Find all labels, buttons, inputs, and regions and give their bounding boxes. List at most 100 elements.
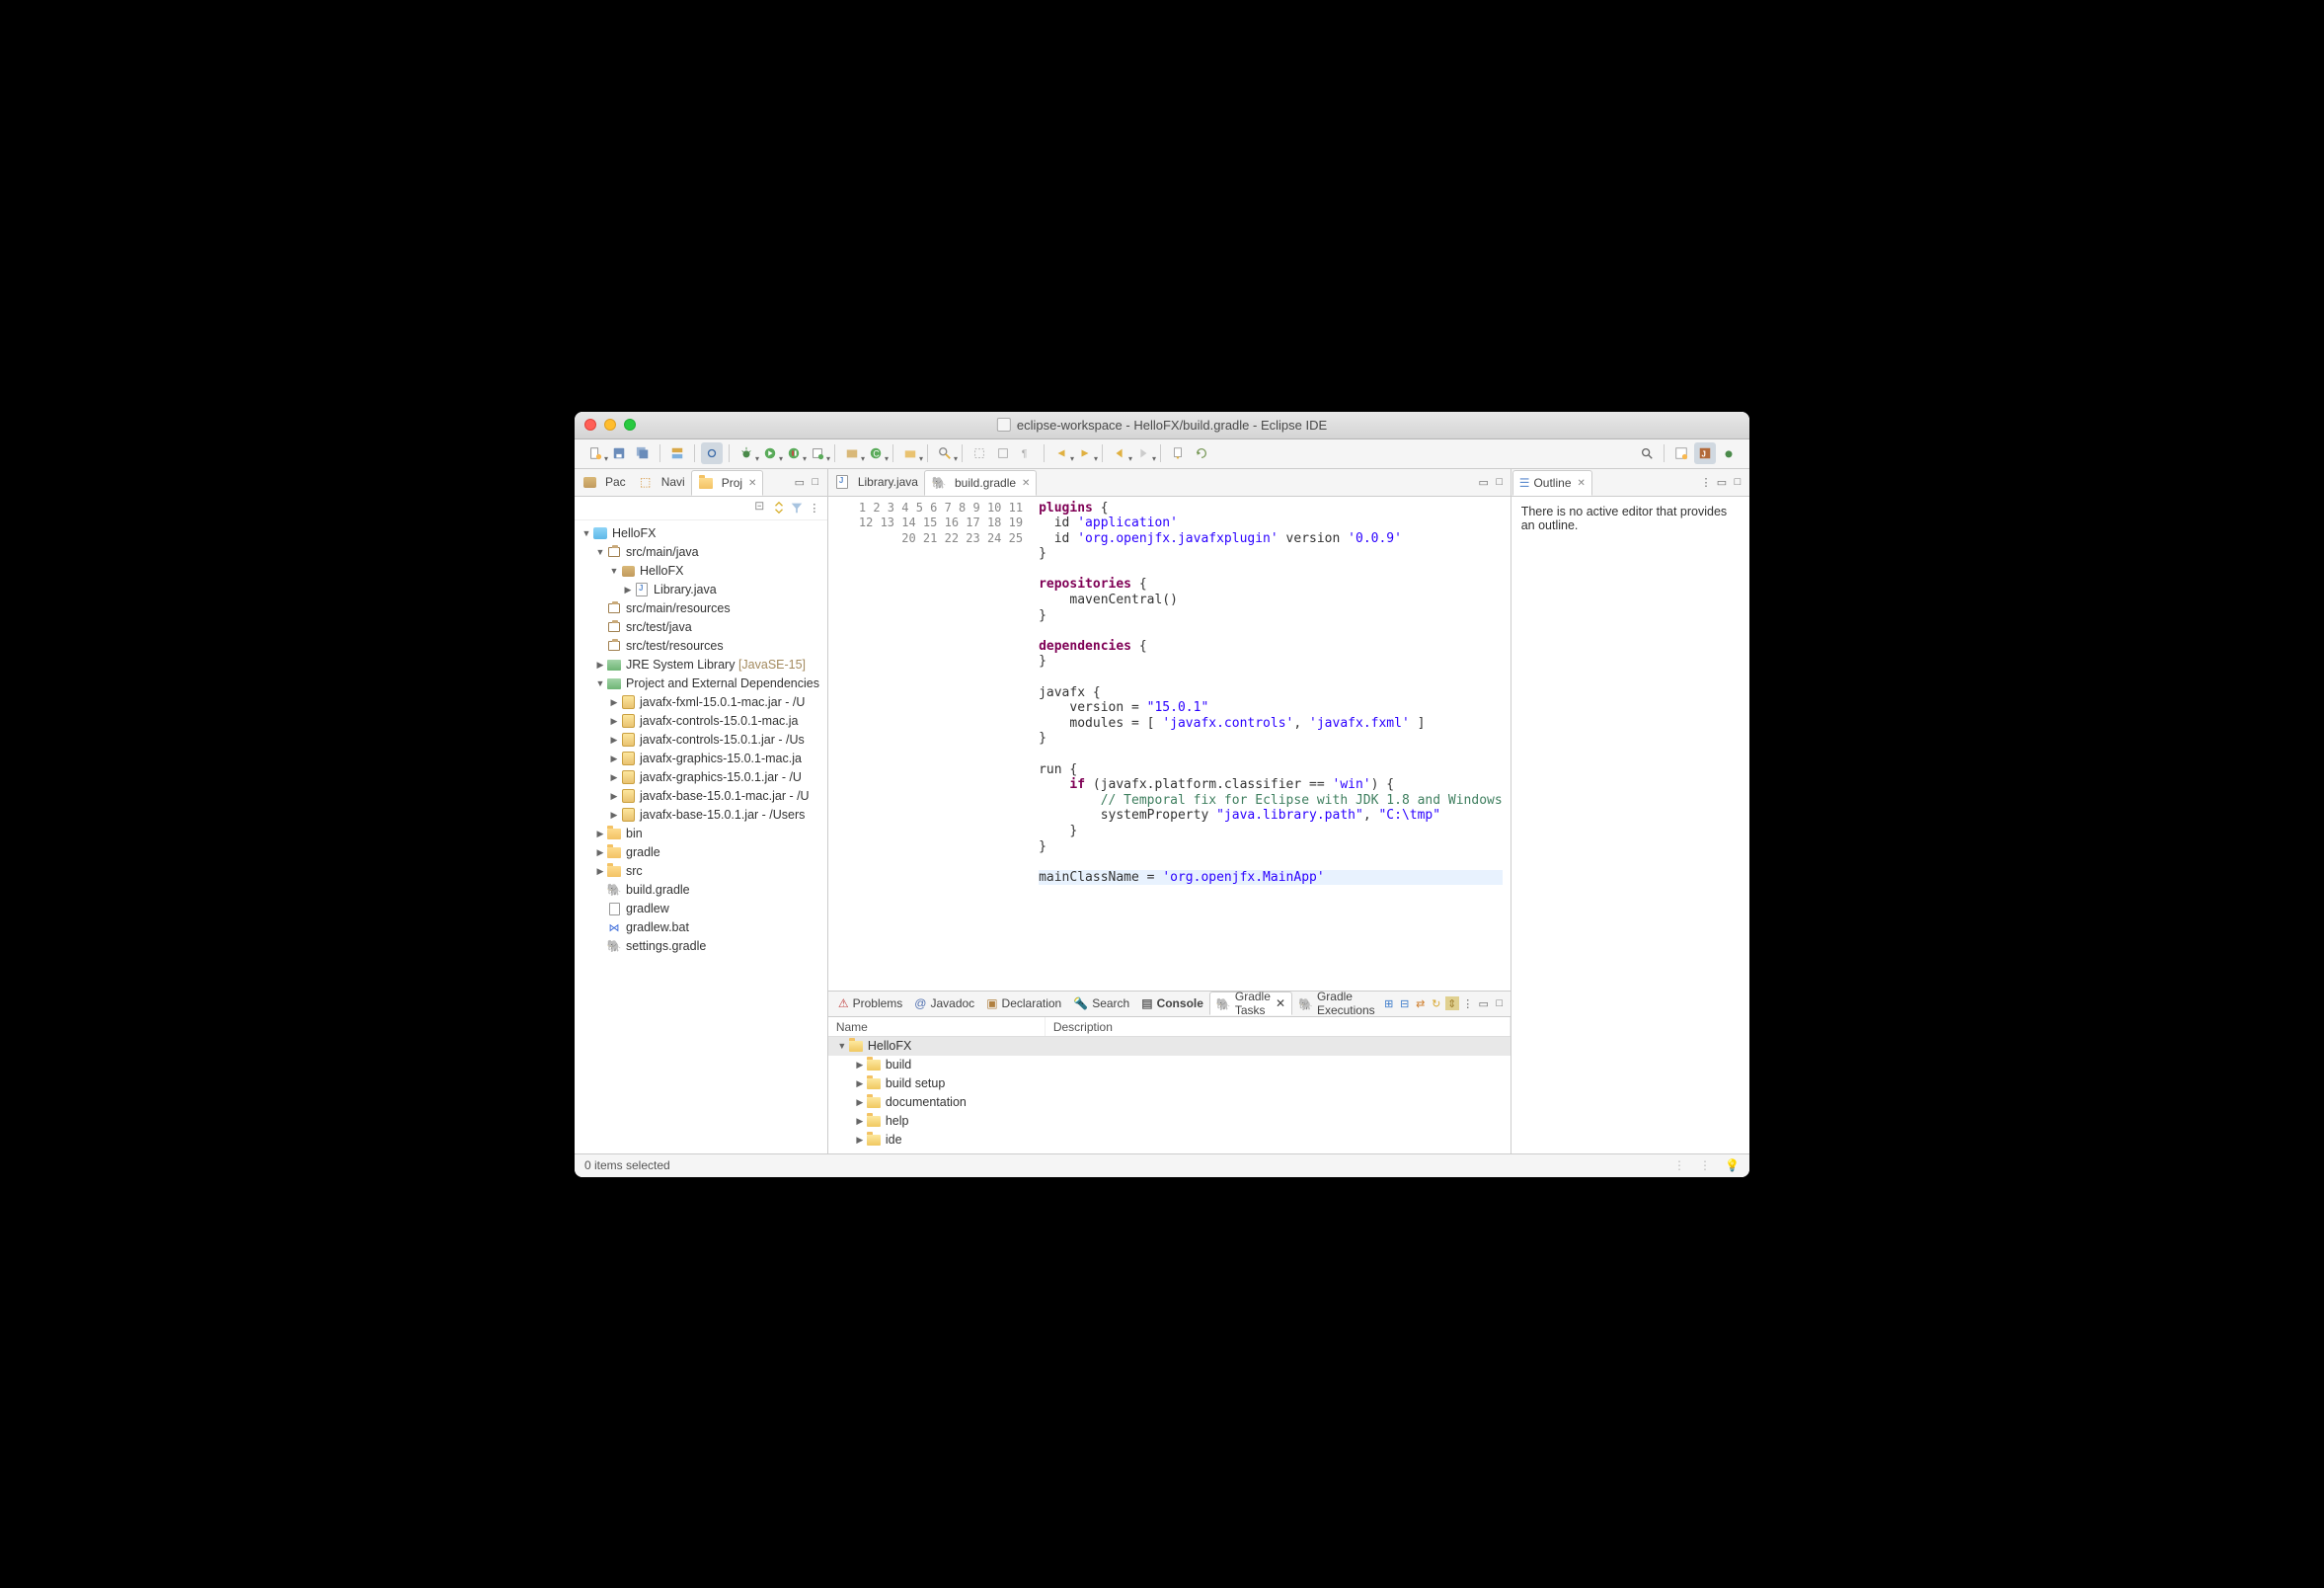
tree-jar-item[interactable]: ▶javafx-base-15.0.1-mac.jar - /U: [575, 787, 827, 806]
tree-item[interactable]: 🐘build.gradle: [575, 881, 827, 900]
prev-annotation-button[interactable]: [1050, 442, 1072, 464]
toggle-block-button[interactable]: [992, 442, 1014, 464]
task-group[interactable]: ▶build setup: [828, 1074, 1511, 1093]
tree-jar-item[interactable]: ▶javafx-controls-15.0.1-mac.ja: [575, 712, 827, 731]
tree-jar-item[interactable]: ▶javafx-fxml-15.0.1-mac.jar - /U: [575, 693, 827, 712]
open-perspective-button[interactable]: [1670, 442, 1692, 464]
tree-item[interactable]: ▼HelloFX: [575, 562, 827, 581]
maximize-view-icon[interactable]: □: [809, 475, 822, 489]
tree-jar-item[interactable]: ▶javafx-graphics-15.0.1.jar - /U: [575, 768, 827, 787]
link-editor-icon[interactable]: [772, 501, 786, 515]
toggle-breadcrumb-button[interactable]: [666, 442, 688, 464]
tab-problems[interactable]: ⚠Problems: [832, 992, 908, 1015]
maximize-editor-icon[interactable]: □: [1493, 475, 1507, 489]
close-window-button[interactable]: [584, 419, 596, 431]
tree-jar-item[interactable]: ▶javafx-base-15.0.1.jar - /Users: [575, 806, 827, 825]
forward-nav-button[interactable]: [1132, 442, 1154, 464]
tree-item[interactable]: src/main/resources: [575, 599, 827, 618]
search-button[interactable]: [934, 442, 956, 464]
task-project-root[interactable]: ▼HelloFX: [828, 1037, 1511, 1056]
close-icon[interactable]: ✕: [748, 478, 756, 489]
save-all-button[interactable]: [632, 442, 654, 464]
show-all-tasks-icon[interactable]: ⇄: [1414, 996, 1428, 1010]
tab-javadoc[interactable]: @Javadoc: [908, 992, 980, 1015]
editor-tab-library[interactable]: Library.java: [828, 469, 924, 495]
editor-tab-build-gradle[interactable]: 🐘build.gradle✕: [924, 470, 1037, 496]
pin-editor-button[interactable]: [1167, 442, 1189, 464]
refresh-tasks-icon[interactable]: ↻: [1430, 996, 1443, 1010]
col-description[interactable]: Description: [1046, 1017, 1511, 1036]
tree-item[interactable]: 🐘settings.gradle: [575, 937, 827, 956]
new-button[interactable]: [584, 442, 606, 464]
tip-icon[interactable]: 💡: [1725, 1158, 1740, 1172]
new-java-package-button[interactable]: [841, 442, 863, 464]
task-group[interactable]: ▶build: [828, 1056, 1511, 1074]
gradle-tasks-tree[interactable]: ▼HelloFX ▶build▶build setup▶documentatio…: [828, 1037, 1511, 1153]
tree-item[interactable]: ▶gradle: [575, 843, 827, 862]
project-tree[interactable]: ▼HelloFX ▼src/main/java ▼HelloFX ▶Librar…: [575, 520, 827, 1153]
open-type-button[interactable]: [899, 442, 921, 464]
task-group[interactable]: ▶documentation: [828, 1093, 1511, 1112]
code-content[interactable]: plugins { id 'application' id 'org.openj…: [1031, 497, 1511, 991]
toggle-mark-button[interactable]: [968, 442, 990, 464]
refresh-button[interactable]: [1191, 442, 1212, 464]
expand-all-icon[interactable]: ⊞: [1382, 996, 1396, 1010]
quick-access-button[interactable]: [1636, 442, 1658, 464]
tab-navigator[interactable]: ⬚Navi: [632, 469, 691, 495]
col-name[interactable]: Name: [828, 1017, 1046, 1036]
view-menu-icon[interactable]: ⋮: [1699, 475, 1713, 489]
tree-project-root[interactable]: ▼HelloFX: [575, 524, 827, 543]
run-button[interactable]: [759, 442, 781, 464]
tree-item[interactable]: src/test/java: [575, 618, 827, 637]
tree-item[interactable]: src/test/resources: [575, 637, 827, 656]
next-annotation-button[interactable]: [1074, 442, 1096, 464]
new-java-class-button[interactable]: C: [865, 442, 887, 464]
collapse-all-icon[interactable]: [754, 501, 768, 515]
debug-button[interactable]: [736, 442, 757, 464]
tree-item[interactable]: ▼Project and External Dependencies: [575, 675, 827, 693]
collapse-all-icon[interactable]: ⊟: [1398, 996, 1412, 1010]
filters-icon[interactable]: [790, 501, 804, 515]
tab-gradle-executions[interactable]: 🐘Gradle Executions: [1292, 992, 1382, 1015]
tab-package-explorer[interactable]: Pac: [576, 469, 632, 495]
skip-breakpoints-button[interactable]: [701, 442, 723, 464]
tab-search[interactable]: 🔦Search: [1067, 992, 1135, 1015]
maximize-view-icon[interactable]: □: [1731, 475, 1744, 489]
view-menu-icon[interactable]: ⋮: [1461, 996, 1475, 1010]
run-last-button[interactable]: [807, 442, 828, 464]
close-icon[interactable]: ✕: [1276, 996, 1285, 1010]
tab-declaration[interactable]: ▣Declaration: [980, 992, 1067, 1015]
view-menu-icon[interactable]: ⋮: [808, 501, 821, 515]
coverage-button[interactable]: [783, 442, 805, 464]
tree-jar-item[interactable]: ▶javafx-controls-15.0.1.jar - /Us: [575, 731, 827, 750]
task-group[interactable]: ▶help: [828, 1112, 1511, 1131]
save-button[interactable]: [608, 442, 630, 464]
minimize-editor-icon[interactable]: ▭: [1477, 475, 1491, 489]
code-editor[interactable]: 1 2 3 4 5 6 7 8 9 10 11 12 13 14 15 16 1…: [828, 497, 1511, 991]
tab-console[interactable]: ▤Console: [1135, 992, 1209, 1015]
maximize-view-icon[interactable]: □: [1493, 996, 1507, 1010]
back-nav-button[interactable]: [1109, 442, 1130, 464]
minimize-view-icon[interactable]: ▭: [1477, 996, 1491, 1010]
maximize-window-button[interactable]: [624, 419, 636, 431]
tree-item[interactable]: ▼src/main/java: [575, 543, 827, 562]
java-perspective-button[interactable]: J: [1694, 442, 1716, 464]
tree-item[interactable]: ▶src: [575, 862, 827, 881]
link-selection-icon[interactable]: ⇕: [1445, 996, 1459, 1010]
close-icon[interactable]: ✕: [1578, 478, 1586, 489]
tree-item[interactable]: ▶JRE System Library [JavaSE-15]: [575, 656, 827, 675]
toggle-ws-button[interactable]: ¶: [1016, 442, 1038, 464]
task-group[interactable]: ▶ide: [828, 1131, 1511, 1150]
close-icon[interactable]: ✕: [1022, 478, 1030, 489]
minimize-view-icon[interactable]: ▭: [793, 475, 807, 489]
minimize-window-button[interactable]: [604, 419, 616, 431]
tree-item[interactable]: ⋈gradlew.bat: [575, 918, 827, 937]
tab-outline[interactable]: ☰Outline✕: [1512, 470, 1592, 496]
tab-project-explorer[interactable]: Proj✕: [691, 470, 764, 496]
tree-item[interactable]: ▶bin: [575, 825, 827, 843]
tab-gradle-tasks[interactable]: 🐘Gradle Tasks✕: [1209, 992, 1292, 1015]
tree-item[interactable]: ▶Library.java: [575, 581, 827, 599]
minimize-view-icon[interactable]: ▭: [1715, 475, 1729, 489]
tree-jar-item[interactable]: ▶javafx-graphics-15.0.1-mac.ja: [575, 750, 827, 768]
tree-item[interactable]: gradlew: [575, 900, 827, 918]
